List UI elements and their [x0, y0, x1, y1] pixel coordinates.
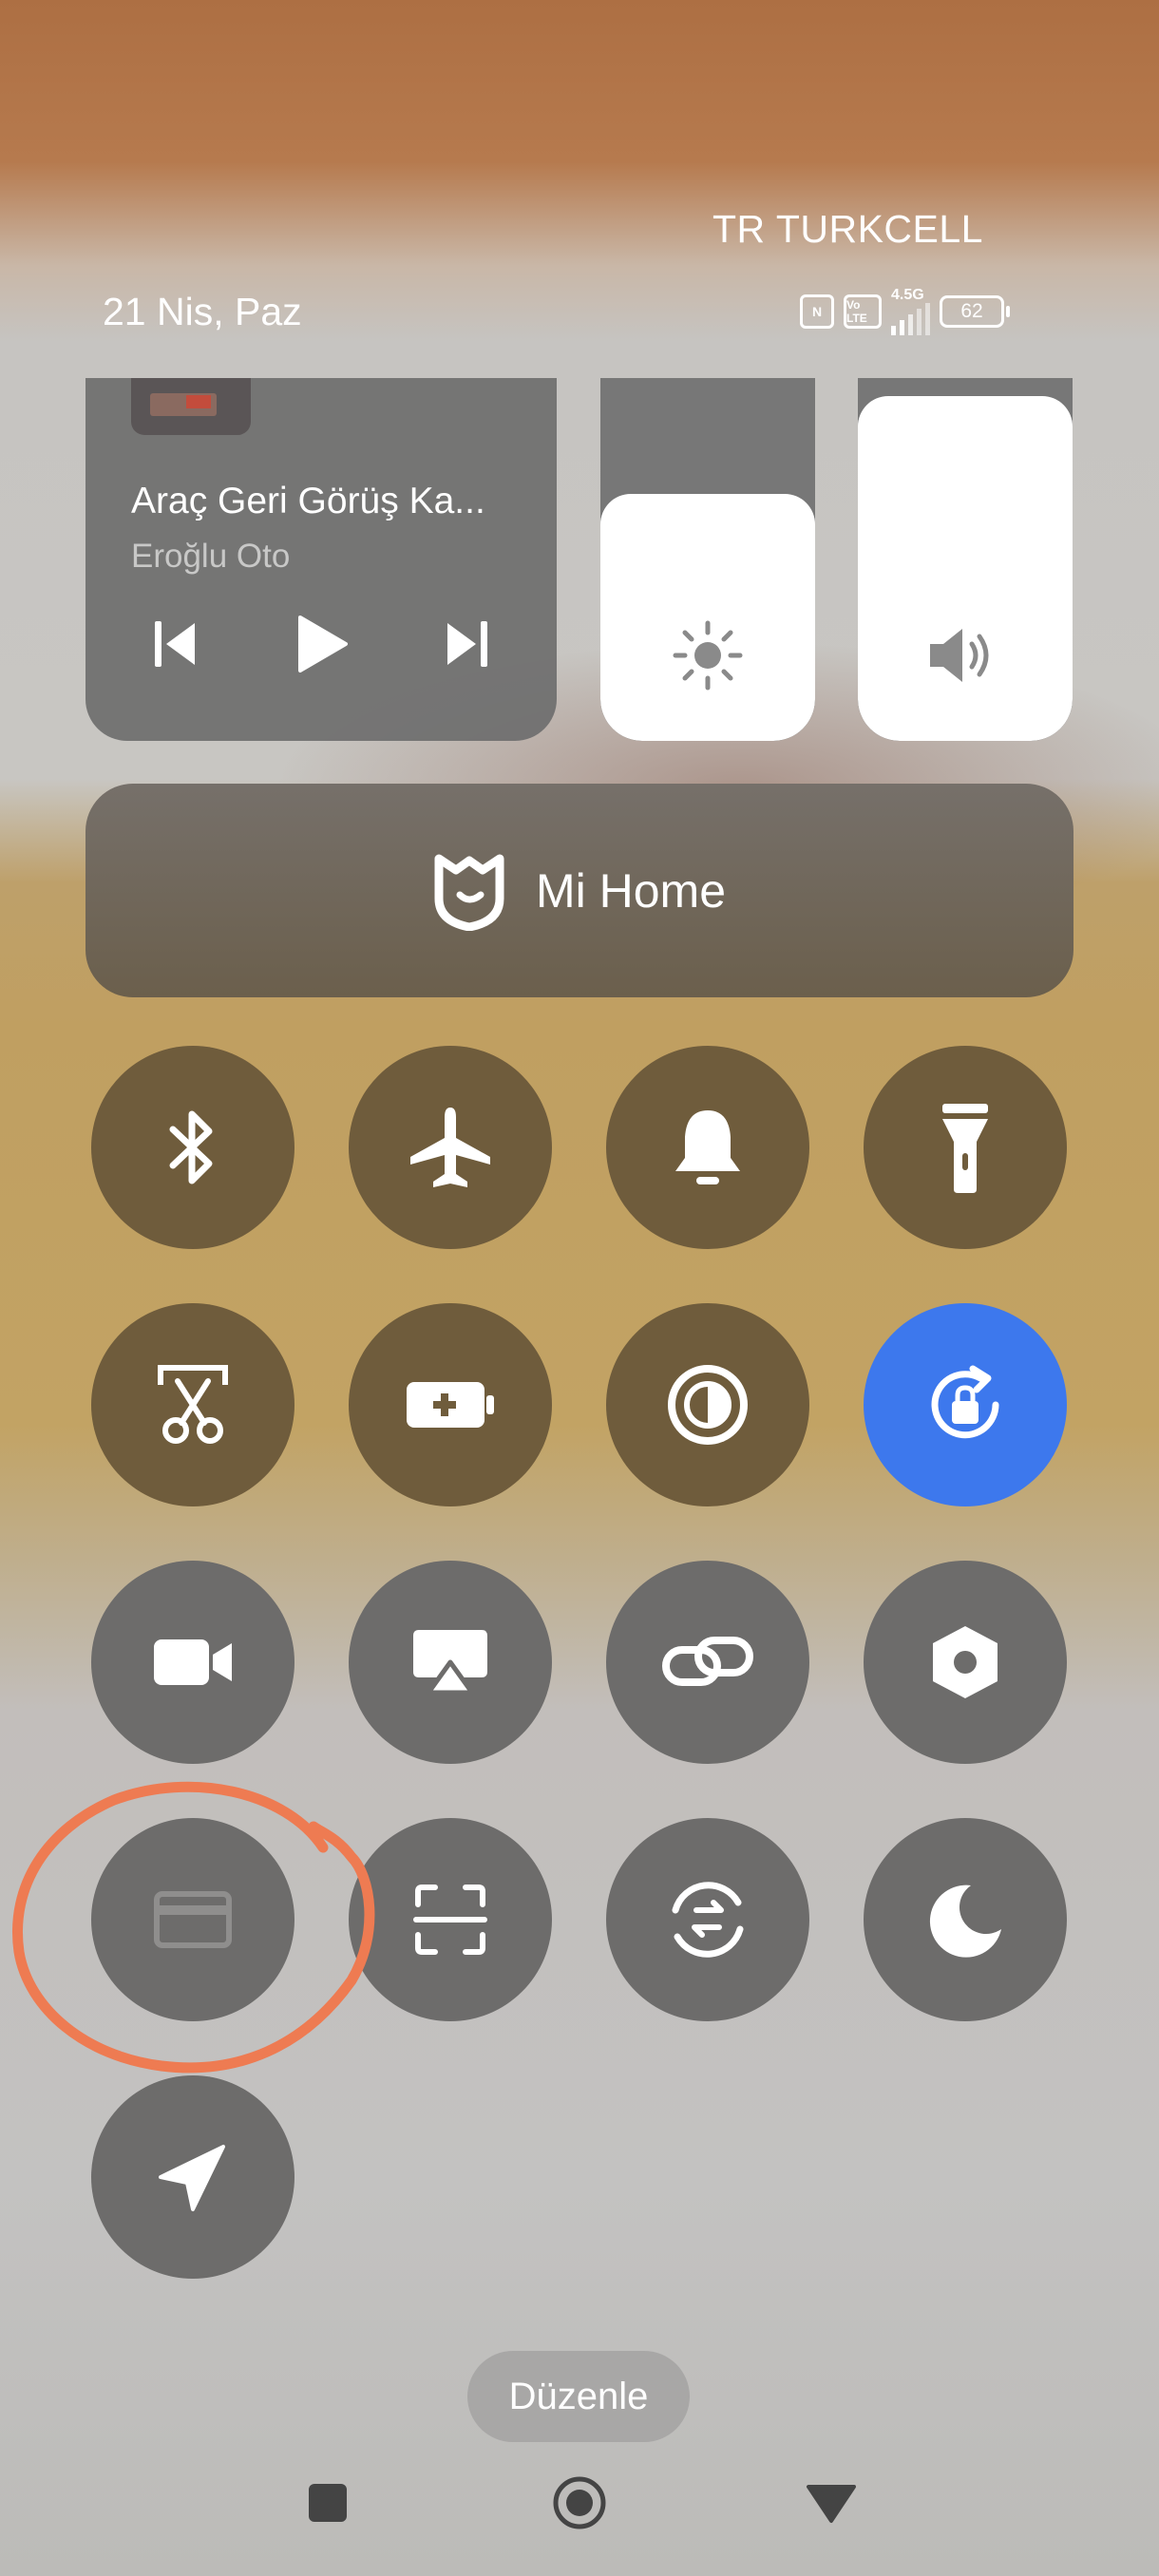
settings-hexagon-icon	[933, 1626, 998, 1698]
dark-mode-toggle[interactable]	[864, 1818, 1067, 2021]
home-button[interactable]	[551, 2474, 608, 2531]
signal-icon: 4.5G	[891, 288, 930, 335]
volume-icon	[930, 629, 989, 682]
next-icon	[447, 621, 487, 667]
carrier-label: TR TURKCELL	[712, 207, 983, 251]
scan-icon	[413, 1885, 487, 1955]
airplane-icon	[410, 1108, 490, 1187]
link-icon	[662, 1637, 753, 1686]
previous-icon	[155, 621, 195, 667]
nfc-icon: N	[800, 294, 834, 329]
media-card[interactable]: Araç Geri Görüş Ka... Eroğlu Oto	[86, 378, 557, 741]
bell-icon	[675, 1110, 740, 1184]
square-icon	[309, 2484, 347, 2522]
airplane-mode-toggle[interactable]	[349, 1046, 552, 1249]
next-button[interactable]	[429, 606, 505, 682]
brightness-slider[interactable]	[600, 378, 815, 741]
battery-saver-toggle[interactable]	[349, 1303, 552, 1506]
sync-icon	[672, 1882, 744, 1958]
video-camera-icon	[154, 1639, 232, 1685]
location-icon	[159, 2145, 225, 2211]
contrast-icon	[668, 1365, 748, 1445]
media-subtitle: Eroğlu Oto	[131, 538, 291, 575]
home-circle-icon	[553, 2476, 606, 2529]
rotation-lock-toggle[interactable]	[864, 1303, 1067, 1506]
play-icon	[298, 616, 348, 672]
volte-icon: Vo LTE	[844, 294, 882, 329]
battery-icon: 62	[940, 295, 1010, 328]
rotation-lock-icon	[931, 1365, 999, 1439]
back-button[interactable]	[803, 2474, 860, 2531]
mi-home-button[interactable]: Mi Home	[86, 784, 1074, 997]
previous-button[interactable]	[137, 606, 213, 682]
play-button[interactable]	[283, 606, 359, 682]
flashlight-icon	[942, 1104, 988, 1193]
partial-screenshot-toggle[interactable]	[91, 1303, 294, 1506]
screen-recorder-toggle[interactable]	[91, 1561, 294, 1764]
reading-mode-toggle[interactable]	[606, 1303, 809, 1506]
volume-slider[interactable]	[858, 378, 1073, 741]
link-toggle[interactable]	[606, 1561, 809, 1764]
location-toggle[interactable]	[91, 2075, 294, 2279]
date-label: 21 Nis, Paz	[103, 290, 302, 333]
cast-icon	[413, 1630, 487, 1695]
triangle-down-icon	[807, 2485, 856, 2523]
media-thumbnail	[131, 378, 251, 435]
ringer-toggle[interactable]	[606, 1046, 809, 1249]
annotation-circle	[12, 1781, 375, 2074]
recents-button[interactable]	[299, 2474, 356, 2531]
media-title: Araç Geri Görüş Ka...	[131, 481, 485, 521]
bluetooth-toggle[interactable]	[91, 1046, 294, 1249]
cast-toggle[interactable]	[349, 1561, 552, 1764]
bluetooth-icon	[169, 1110, 213, 1184]
sync-toggle[interactable]	[606, 1818, 809, 2021]
mi-home-label: Mi Home	[535, 863, 727, 918]
flashlight-toggle[interactable]	[864, 1046, 1067, 1249]
status-icons: N Vo LTE 4.5G 62	[800, 288, 1010, 335]
brightness-icon	[673, 620, 743, 691]
moon-icon	[929, 1885, 1001, 1958]
battery-saver-icon	[407, 1382, 494, 1428]
mi-home-icon	[434, 854, 504, 931]
screenshot-scissors-icon	[158, 1365, 228, 1444]
settings-toggle[interactable]	[864, 1561, 1067, 1764]
edit-button[interactable]: Düzenle	[467, 2351, 690, 2442]
